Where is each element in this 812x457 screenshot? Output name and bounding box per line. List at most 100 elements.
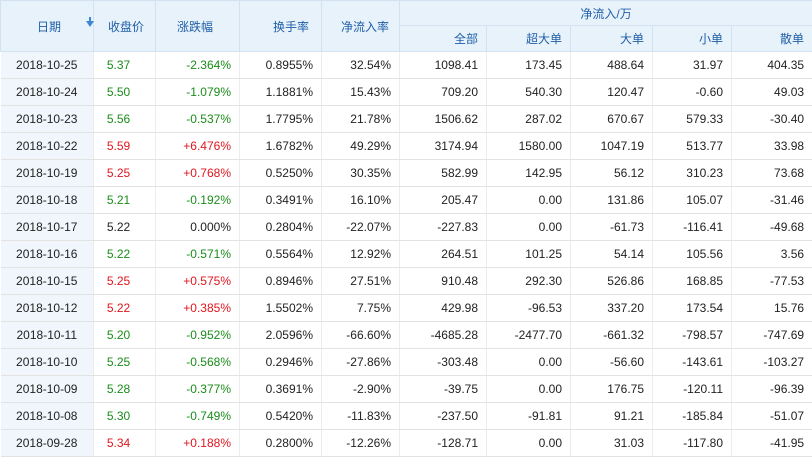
header-change[interactable]: 涨跌幅	[156, 1, 240, 52]
cell-total: -303.48	[400, 349, 487, 376]
cell-retail: -30.40	[732, 106, 812, 133]
table-row[interactable]: 2018-10-085.30-0.749%0.5420%-11.83%-237.…	[1, 403, 812, 430]
cell-retail: -747.69	[732, 322, 812, 349]
cell-turnover: 0.2804%	[240, 214, 322, 241]
cell-small: 105.56	[653, 241, 732, 268]
cell-close: 5.28	[94, 376, 156, 403]
cell-close: 5.20	[94, 322, 156, 349]
cell-large: -56.60	[571, 349, 653, 376]
cell-total: 582.99	[400, 160, 487, 187]
cell-large: 91.21	[571, 403, 653, 430]
cell-date: 2018-10-16	[1, 241, 94, 268]
header-total[interactable]: 全部	[400, 26, 487, 52]
cell-small: 168.85	[653, 268, 732, 295]
table-header: 日期 收盘价 涨跌幅 换手率 净流入率 净流入/万 全部 超大单 大单 小单 散…	[1, 1, 812, 52]
cell-large: 120.47	[571, 79, 653, 106]
cell-change: -0.192%	[156, 187, 240, 214]
cell-xl: 142.95	[487, 160, 571, 187]
cell-turnover: 0.5564%	[240, 241, 322, 268]
cell-total: 910.48	[400, 268, 487, 295]
header-close[interactable]: 收盘价	[94, 1, 156, 52]
cell-date: 2018-10-15	[1, 268, 94, 295]
cell-change: +0.575%	[156, 268, 240, 295]
header-date[interactable]: 日期	[1, 1, 94, 52]
cell-turnover: 0.3691%	[240, 376, 322, 403]
header-turnover[interactable]: 换手率	[240, 1, 322, 52]
cell-xl: 287.02	[487, 106, 571, 133]
cell-close: 5.25	[94, 349, 156, 376]
cell-close: 5.50	[94, 79, 156, 106]
header-small[interactable]: 小单	[653, 26, 732, 52]
header-netflow-ratio[interactable]: 净流入率	[322, 1, 400, 52]
cell-large: 31.03	[571, 430, 653, 457]
cell-total: -237.50	[400, 403, 487, 430]
cell-retail: -41.95	[732, 430, 812, 457]
cell-date: 2018-10-10	[1, 349, 94, 376]
table-row[interactable]: 2018-10-115.20-0.952%2.0596%-66.60%-4685…	[1, 322, 812, 349]
header-large[interactable]: 大单	[571, 26, 653, 52]
table-row[interactable]: 2018-10-175.220.000%0.2804%-22.07%-227.8…	[1, 214, 812, 241]
table-row[interactable]: 2018-10-165.22-0.571%0.5564%12.92%264.51…	[1, 241, 812, 268]
cell-small: 310.23	[653, 160, 732, 187]
cell-change: -0.568%	[156, 349, 240, 376]
cell-turnover: 0.2946%	[240, 349, 322, 376]
cell-netflow-ratio: 30.35%	[322, 160, 400, 187]
table-row[interactable]: 2018-10-225.59+6.476%1.6782%49.29%3174.9…	[1, 133, 812, 160]
cell-large: 54.14	[571, 241, 653, 268]
cell-small: -185.84	[653, 403, 732, 430]
table-row[interactable]: 2018-10-125.22+0.385%1.5502%7.75%429.98-…	[1, 295, 812, 322]
cell-change: -0.537%	[156, 106, 240, 133]
table-row[interactable]: 2018-10-235.56-0.537%1.7795%21.78%1506.6…	[1, 106, 812, 133]
cell-change: 0.000%	[156, 214, 240, 241]
cell-large: 1047.19	[571, 133, 653, 160]
table-row[interactable]: 2018-10-095.28-0.377%0.3691%-2.90%-39.75…	[1, 376, 812, 403]
cell-change: -0.377%	[156, 376, 240, 403]
cell-netflow-ratio: -12.26%	[322, 430, 400, 457]
cell-large: 176.75	[571, 376, 653, 403]
cell-close: 5.22	[94, 241, 156, 268]
table-row[interactable]: 2018-10-105.25-0.568%0.2946%-27.86%-303.…	[1, 349, 812, 376]
cell-total: 429.98	[400, 295, 487, 322]
cell-close: 5.22	[94, 214, 156, 241]
cell-small: -143.61	[653, 349, 732, 376]
cell-close: 5.25	[94, 160, 156, 187]
table-row[interactable]: 2018-10-155.25+0.575%0.8946%27.51%910.48…	[1, 268, 812, 295]
cell-date: 2018-10-22	[1, 133, 94, 160]
table-row[interactable]: 2018-10-245.50-1.079%1.1881%15.43%709.20…	[1, 79, 812, 106]
cell-date: 2018-10-19	[1, 160, 94, 187]
header-retail[interactable]: 散单	[732, 26, 812, 52]
cell-retail: 49.03	[732, 79, 812, 106]
cell-small: -798.57	[653, 322, 732, 349]
cell-large: -661.32	[571, 322, 653, 349]
cell-turnover: 0.3491%	[240, 187, 322, 214]
cell-close: 5.21	[94, 187, 156, 214]
cell-total: 709.20	[400, 79, 487, 106]
cell-large: 337.20	[571, 295, 653, 322]
cell-retail: -96.39	[732, 376, 812, 403]
sort-down-arrow-icon[interactable]	[86, 21, 94, 27]
cell-date: 2018-10-11	[1, 322, 94, 349]
cell-small: 31.97	[653, 52, 732, 79]
cell-netflow-ratio: 12.92%	[322, 241, 400, 268]
cell-netflow-ratio: 49.29%	[322, 133, 400, 160]
cell-large: 56.12	[571, 160, 653, 187]
cell-large: 488.64	[571, 52, 653, 79]
table-row[interactable]: 2018-10-255.37-2.364%0.8955%32.54%1098.4…	[1, 52, 812, 79]
cell-xl: -91.81	[487, 403, 571, 430]
cell-turnover: 1.7795%	[240, 106, 322, 133]
table-row[interactable]: 2018-09-285.34+0.188%0.2800%-12.26%-128.…	[1, 430, 812, 457]
cell-retail: 73.68	[732, 160, 812, 187]
cell-total: -128.71	[400, 430, 487, 457]
cell-netflow-ratio: -2.90%	[322, 376, 400, 403]
table-row[interactable]: 2018-10-185.21-0.192%0.3491%16.10%205.47…	[1, 187, 812, 214]
cell-small: 513.77	[653, 133, 732, 160]
cell-netflow-ratio: -22.07%	[322, 214, 400, 241]
header-xl[interactable]: 超大单	[487, 26, 571, 52]
cell-close: 5.37	[94, 52, 156, 79]
cell-turnover: 0.8946%	[240, 268, 322, 295]
cell-retail: -77.53	[732, 268, 812, 295]
table-row[interactable]: 2018-10-195.25+0.768%0.5250%30.35%582.99…	[1, 160, 812, 187]
cell-date: 2018-10-09	[1, 376, 94, 403]
cell-xl: 173.45	[487, 52, 571, 79]
cell-small: 173.54	[653, 295, 732, 322]
